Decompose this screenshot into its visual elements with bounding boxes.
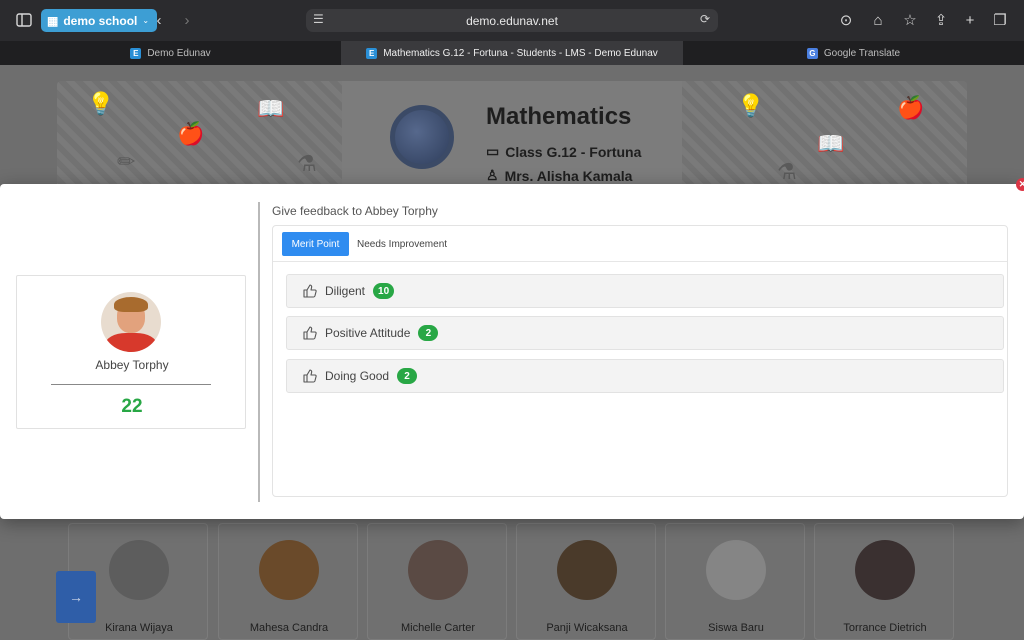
url-text: demo.edunav.net	[466, 13, 558, 28]
sidebar-toggle-icon[interactable]	[14, 10, 34, 30]
translate-favicon-icon: G	[806, 47, 818, 59]
book-icon: 📖	[817, 131, 845, 156]
avatar	[109, 540, 169, 600]
next-arrow-button[interactable]: →	[56, 571, 96, 623]
tab-overview-icon[interactable]: ❐	[990, 10, 1010, 30]
thumbs-up-icon	[303, 284, 317, 298]
student-list: Kirana Wijaya Mahesa Candra Michelle Car…	[68, 523, 956, 640]
building-icon: ▦	[47, 13, 59, 28]
screen-icon: ▭	[486, 143, 500, 159]
lightbulb-icon: 💡	[87, 91, 115, 116]
merit-item-positive-attitude[interactable]: Positive Attitude 2	[286, 316, 1004, 350]
tab-needs-improvement[interactable]: Needs Improvement	[357, 232, 447, 256]
student-card[interactable]: Torrance Dietrich	[814, 523, 954, 640]
avatar	[855, 540, 915, 600]
globe-icon	[390, 105, 454, 169]
page-menu-icon[interactable]: ☰	[313, 12, 324, 26]
browser-toolbar: ▦ demo school ⌄ ‹ › ☰ demo.edunav.net ⟳ …	[0, 0, 1024, 41]
home-icon[interactable]: ⌂	[868, 10, 888, 30]
course-teacher-label: Mrs. Alisha Kamala	[504, 167, 633, 184]
student-name: Siswa Baru	[708, 622, 764, 634]
avatar	[101, 292, 161, 352]
avatar	[557, 540, 617, 600]
tab-merit-point[interactable]: Merit Point	[282, 232, 349, 256]
student-points: 22	[121, 396, 143, 417]
edunav-favicon-icon: E	[130, 47, 142, 59]
thumbs-up-icon	[303, 369, 317, 383]
forward-icon[interactable]: ›	[177, 10, 197, 30]
merit-count-badge: 2	[397, 368, 418, 384]
book-icon: 📖	[257, 96, 285, 121]
back-icon[interactable]: ‹	[149, 10, 169, 30]
student-profile-card: Abbey Torphy 22	[16, 275, 246, 429]
student-card[interactable]: Siswa Baru	[665, 523, 805, 640]
new-tab-icon[interactable]: +	[960, 10, 980, 30]
profile-button[interactable]: ▦ demo school ⌄	[41, 9, 158, 32]
course-title: Mathematics	[486, 103, 632, 130]
star-icon[interactable]: ☆	[900, 10, 920, 30]
tab-mathematics[interactable]: E Mathematics G.12 - Fortuna - Students …	[341, 41, 683, 65]
tab-label: Google Translate	[823, 47, 901, 59]
feedback-tabs: Merit Point Needs Improvement	[273, 226, 1007, 262]
apple-icon: 🍎	[897, 95, 925, 120]
merit-item-doing-good[interactable]: Doing Good 2	[286, 359, 1004, 393]
avatar	[706, 540, 766, 600]
feedback-panel: Merit Point Needs Improvement Diligent 1…	[272, 225, 1008, 497]
flask-icon: ⚗	[297, 151, 317, 176]
course-teacher: ♙ Mrs. Alisha Kamala	[486, 167, 632, 184]
user-icon: ♙	[486, 167, 499, 183]
merit-label: Diligent	[325, 284, 366, 298]
feedback-title: Give feedback to Abbey Torphy	[272, 204, 438, 218]
course-class: ▭ Class G.12 - Fortuna	[486, 143, 641, 160]
student-name: Michelle Carter	[401, 622, 475, 634]
pencil-icon: ✏	[117, 149, 136, 174]
download-icon[interactable]: ⊙	[836, 10, 856, 30]
tab-label: Demo Edunav	[147, 47, 211, 59]
course-class-label: Class G.12 - Fortuna	[505, 143, 642, 160]
course-header-card: Mathematics ▭ Class G.12 - Fortuna ♙ Mrs…	[342, 81, 682, 191]
apple-icon: 🍎	[177, 121, 205, 146]
flask-icon: ⚗	[777, 159, 797, 184]
merit-count-badge: 10	[373, 283, 395, 299]
address-bar[interactable]: ☰ demo.edunav.net ⟳	[306, 9, 718, 32]
tab-demo-edunav[interactable]: E Demo Edunav	[0, 41, 341, 65]
student-card[interactable]: Michelle Carter	[367, 523, 507, 640]
profile-label: demo school	[63, 13, 138, 28]
avatar	[408, 540, 468, 600]
edunav-favicon-icon: E	[366, 47, 378, 59]
divider	[51, 384, 211, 385]
student-name: Kirana Wijaya	[105, 622, 173, 634]
reload-icon[interactable]: ⟳	[700, 12, 710, 26]
merit-label: Positive Attitude	[325, 326, 411, 340]
lightbulb-icon: 💡	[737, 93, 765, 118]
vertical-divider	[258, 202, 260, 502]
avatar	[259, 540, 319, 600]
tab-label: Mathematics G.12 - Fortuna - Students - …	[383, 47, 658, 59]
student-card[interactable]: Panji Wicaksana	[516, 523, 656, 640]
share-icon[interactable]: ⇪	[931, 10, 951, 30]
merit-count-badge: 2	[418, 325, 439, 341]
student-name: Abbey Torphy	[95, 358, 169, 372]
merit-label: Doing Good	[325, 369, 390, 383]
student-name: Mahesa Candra	[249, 622, 329, 634]
thumbs-up-icon	[303, 326, 317, 340]
close-icon[interactable]: ✕	[1016, 178, 1024, 191]
tab-bar: E Demo Edunav E Mathematics G.12 - Fortu…	[0, 41, 1024, 65]
student-name: Torrance Dietrich	[843, 622, 927, 634]
student-name: Panji Wicaksana	[546, 622, 628, 634]
tab-google-translate[interactable]: G Google Translate	[683, 41, 1024, 65]
student-card[interactable]: Mahesa Candra	[218, 523, 358, 640]
feedback-modal: Abbey Torphy 22 Give feedback to Abbey T…	[0, 184, 1024, 519]
merit-item-diligent[interactable]: Diligent 10	[286, 274, 1004, 308]
